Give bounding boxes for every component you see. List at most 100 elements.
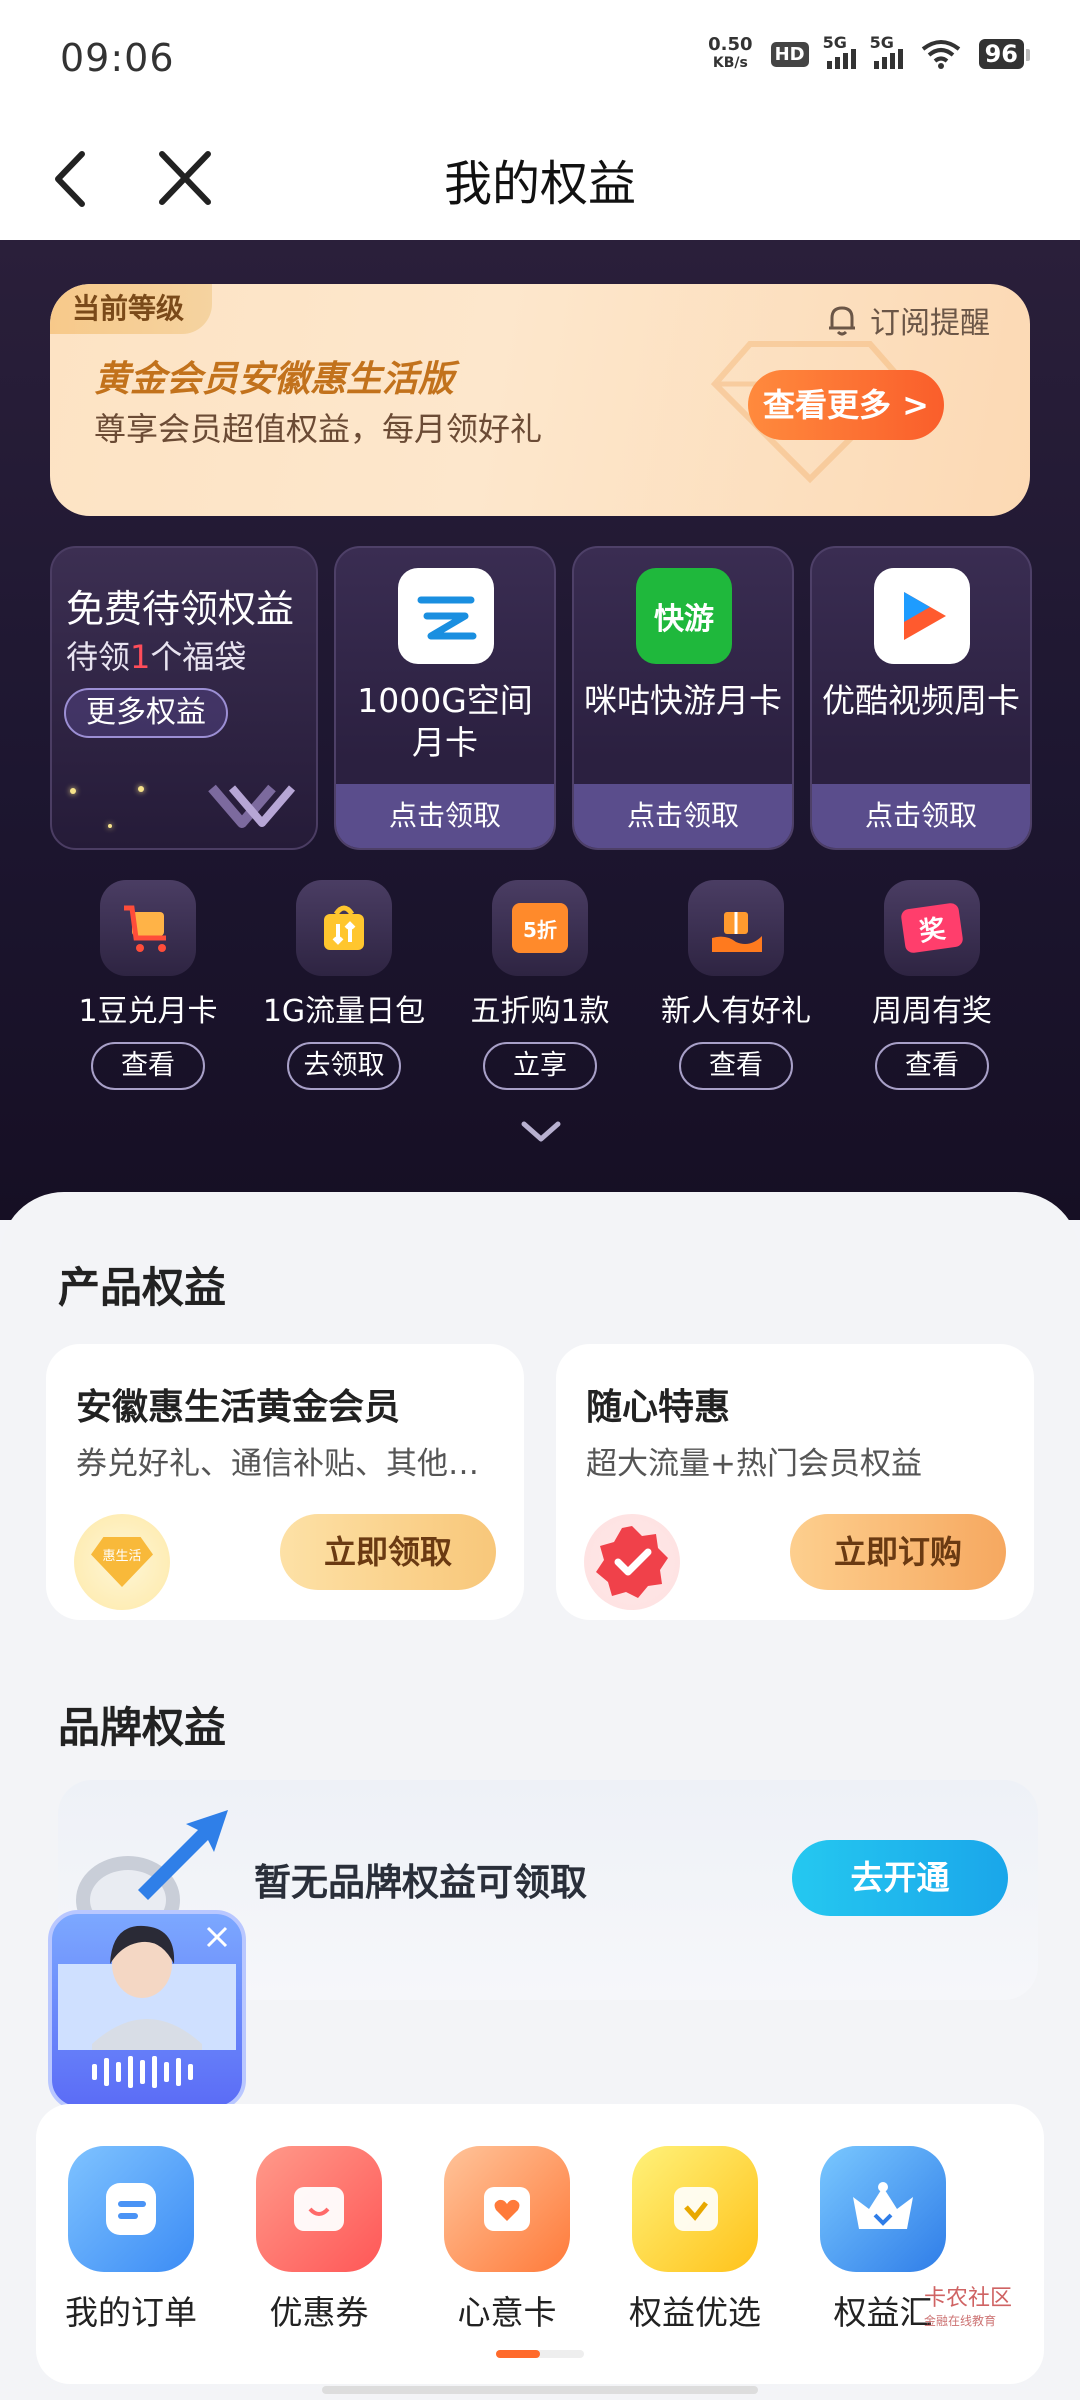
shortcut-label: 我的订单 — [65, 2293, 197, 2332]
shortcut-my-orders[interactable]: 我的订单 — [36, 2146, 226, 2334]
quick-item-label: 1G流量日包 — [262, 994, 426, 1029]
product-card-name: 随心特惠 — [586, 1387, 731, 1428]
nav-bar: 我的权益 — [0, 118, 1080, 240]
brand-section-title: 品牌权益 — [58, 1703, 227, 1752]
free-benefits-title: 免费待领权益 — [66, 587, 295, 631]
wifi-icon — [921, 40, 960, 69]
badge-text: 惠生活 — [91, 1537, 153, 1587]
app-card-name: 优酷视频周卡 — [822, 681, 1020, 720]
status-icons: 0.50 KB/s HD 5G 5G 96 — [708, 33, 1031, 72]
app-card-name: 咪咕快游月卡 — [584, 681, 782, 720]
quick-item[interactable]: 新人有好礼 查看 — [638, 880, 834, 1090]
benefits-hero: 当前等级 订阅提醒 黄金会员安徽惠生活版 尊享会员超值权益，每月领好礼 查看更多… — [0, 240, 1080, 1220]
current-level-tag: 当前等级 — [50, 284, 213, 334]
sparkle-decoration — [70, 788, 76, 794]
quick-item-button[interactable]: 查看 — [91, 1042, 205, 1090]
sim2-network-label: 5G — [869, 33, 894, 52]
member-level-title: 黄金会员安徽惠生活版 — [94, 359, 455, 400]
network-speed-unit: KB/s — [712, 55, 748, 71]
watermark: 卡农社区 金融在线教育 — [924, 2288, 1044, 2332]
quick-item-button[interactable]: 立享 — [483, 1042, 597, 1090]
free-benefits-card[interactable]: 免费待领权益 待领1个福袋 更多权益 — [50, 546, 318, 850]
signal-icon-sim2: 5G — [870, 33, 903, 69]
app-card-migu[interactable]: 快游 咪咕快游月卡 点击领取 — [572, 546, 794, 850]
heart-card-icon — [444, 2146, 570, 2272]
quick-item-label: 1豆兑月卡 — [78, 994, 218, 1029]
claim-now-button[interactable]: 立即领取 — [280, 1514, 496, 1590]
product-card[interactable]: 安徽惠生活黄金会员 券兑好礼、通信补贴、其他专属权益 惠生活 立即领取 — [46, 1344, 524, 1620]
activate-button[interactable]: 去开通 — [792, 1840, 1008, 1916]
quick-item-label: 五折购1款 — [470, 994, 610, 1029]
bottom-shortcut-bar: 我的订单 优惠券 心意卡 权益优选 权益汇 卡农社区 金融在线教育 — [36, 2104, 1044, 2384]
shortcut-label: 优惠券 — [269, 2293, 369, 2332]
home-indicator[interactable] — [322, 2386, 758, 2394]
sparkle-decoration — [108, 824, 112, 828]
battery-icon: 96 — [978, 39, 1031, 69]
bell-icon — [829, 306, 855, 336]
more-benefits-button[interactable]: 更多权益 — [64, 688, 228, 738]
quick-item[interactable]: 奖 周周有奖 查看 — [834, 880, 1030, 1090]
free-benefits-count: 待领1个福袋 — [66, 632, 246, 678]
assistant-avatar — [58, 1925, 236, 2088]
network-speed-value: 0.50 — [708, 34, 753, 55]
member-level-card[interactable]: 当前等级 订阅提醒 黄金会员安徽惠生活版 尊享会员超值权益，每月领好礼 查看更多… — [50, 284, 1030, 516]
brand-empty-text: 暂无品牌权益可领取 — [254, 1861, 587, 1904]
subscribe-reminder-label: 订阅提醒 — [870, 306, 990, 341]
quick-item-label: 新人有好礼 — [661, 994, 811, 1029]
subscribe-now-button[interactable]: 立即订购 — [790, 1514, 1006, 1590]
select-icon — [632, 2146, 758, 2272]
gift-hand-icon — [688, 880, 784, 976]
chevron-stack-icon — [208, 784, 296, 828]
free-count-suffix: 个福袋 — [150, 638, 247, 676]
sim1-network-label: 5G — [822, 33, 847, 52]
watermark-subtext: 金融在线教育 — [924, 2314, 997, 2328]
page-title: 我的权益 — [443, 156, 636, 212]
product-card-desc: 超大流量+热门会员权益 — [586, 1446, 922, 1482]
quick-item[interactable]: 5折 五折购1款 立享 — [442, 880, 638, 1090]
youku-icon — [874, 568, 970, 664]
status-time: 09:06 — [60, 36, 175, 80]
virtual-assistant-widget[interactable] — [48, 1910, 246, 2110]
subscribe-reminder[interactable]: 订阅提醒 — [824, 298, 990, 342]
quick-benefits-row: 1豆兑月卡 查看 1G流量日包 去领取 5折 五折购1款 立享 新人有好礼 查看… — [50, 880, 1030, 1090]
sparkle-decoration — [138, 786, 144, 792]
prize-ticket-icon: 奖 — [884, 880, 980, 976]
crown-icon — [820, 2146, 946, 2272]
claim-button[interactable]: 点击领取 — [336, 784, 554, 848]
check-badge-icon — [584, 1514, 680, 1610]
page-indicator-active — [496, 2350, 540, 2358]
signal-icon-sim1: 5G — [823, 33, 856, 69]
claim-button[interactable]: 点击领取 — [574, 784, 792, 848]
quick-item-label: 周周有奖 — [872, 994, 992, 1029]
coupon-icon — [256, 2146, 382, 2272]
app-card-cloud[interactable]: 1000G空间月卡 点击领取 — [334, 546, 556, 850]
cart-icon — [100, 880, 196, 976]
app-card-name: 1000G空间月卡 — [357, 681, 533, 762]
network-speed: 0.50 KB/s — [708, 36, 752, 72]
app-card-youku[interactable]: 优酷视频周卡 点击领取 — [810, 546, 1032, 850]
discount-ticket-text: 5折 — [512, 903, 568, 953]
quick-item-button[interactable]: 查看 — [875, 1042, 989, 1090]
data-bag-icon — [296, 880, 392, 976]
prize-ticket-text: 奖 — [900, 902, 964, 954]
free-count-prefix: 待领 — [66, 638, 131, 676]
view-more-button[interactable]: 查看更多 > — [748, 370, 944, 440]
product-card-desc: 券兑好礼、通信补贴、其他专属权益 — [76, 1446, 506, 1482]
migu-kuaiyou-icon: 快游 — [636, 568, 732, 664]
shortcut-gift-card[interactable]: 心意卡 — [412, 2146, 602, 2334]
chevron-down-icon[interactable] — [520, 1120, 562, 1144]
quick-item-button[interactable]: 查看 — [679, 1042, 793, 1090]
product-card[interactable]: 随心特惠 超大流量+热门会员权益 立即订购 — [556, 1344, 1034, 1620]
order-icon — [68, 2146, 194, 2272]
product-card-name: 安徽惠生活黄金会员 — [76, 1387, 401, 1428]
migu-icon-text: 快游 — [654, 602, 714, 637]
shortcut-benefit-select[interactable]: 权益优选 — [600, 2146, 790, 2334]
status-bar: 09:06 0.50 KB/s HD 5G 5G 96 — [0, 0, 1080, 118]
member-level-subtitle: 尊享会员超值权益，每月领好礼 — [94, 410, 543, 448]
hd-icon: HD — [770, 41, 809, 67]
claim-button[interactable]: 点击领取 — [812, 784, 1030, 848]
quick-item-button[interactable]: 去领取 — [287, 1042, 401, 1090]
quick-item[interactable]: 1G流量日包 去领取 — [246, 880, 442, 1090]
shortcut-coupons[interactable]: 优惠券 — [224, 2146, 414, 2334]
quick-item[interactable]: 1豆兑月卡 查看 — [50, 880, 246, 1090]
